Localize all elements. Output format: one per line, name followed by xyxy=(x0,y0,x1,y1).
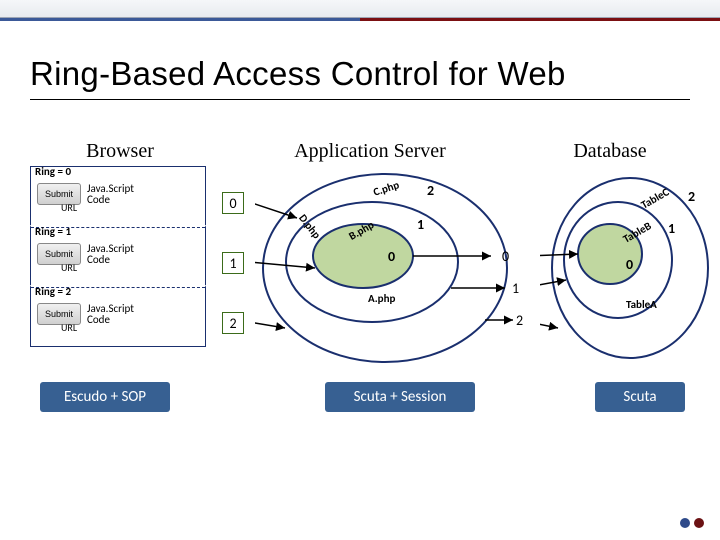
app-right-0: 0 xyxy=(502,248,509,265)
column-headers: Browser Application Server Database xyxy=(30,140,690,163)
db-ring-num-0: 0 xyxy=(626,256,633,273)
browser-ring-stack: Ring = 0 Submit Java.Script Code URL Rin… xyxy=(30,168,206,347)
db-ring-num-1: 1 xyxy=(668,220,675,237)
bottom-labels: Escudo + SOP Scuta + Session Scuta xyxy=(30,382,700,412)
arrow-badge-2: 2 xyxy=(222,312,244,334)
app-ring-num-0: 0 xyxy=(388,248,395,265)
bottom-label-db: Scuta xyxy=(595,382,685,412)
app-right-2: 2 xyxy=(516,312,523,329)
database-rings xyxy=(540,168,710,368)
bottom-label-browser: Escudo + SOP xyxy=(40,382,170,412)
slide-top-accent xyxy=(0,0,720,18)
browser-ring-0: Ring = 0 Submit Java.Script Code URL xyxy=(30,166,206,227)
slide-title: Ring-Based Access Control for Web xyxy=(30,55,690,100)
col-header-app: Application Server xyxy=(210,140,530,163)
app-label-a: A.php xyxy=(368,292,395,305)
app-ring-num-2: 2 xyxy=(427,182,434,199)
url-label: URL xyxy=(61,201,223,214)
app-ring-num-1: 1 xyxy=(417,216,424,233)
col-header-browser: Browser xyxy=(30,140,210,163)
slide-bullets-icon xyxy=(680,518,704,528)
ring-label: Ring = 0 xyxy=(35,165,71,178)
url-label: URL xyxy=(61,261,223,274)
app-server-rings xyxy=(255,168,515,368)
arrow-badge-1: 1 xyxy=(222,252,244,274)
url-label: URL xyxy=(61,321,223,334)
col-header-db: Database xyxy=(530,140,690,163)
ring-label: Ring = 1 xyxy=(35,225,71,238)
db-ring-num-2: 2 xyxy=(688,188,695,205)
app-right-1: 1 xyxy=(512,280,519,297)
browser-ring-1: Ring = 1 Submit Java.Script Code URL xyxy=(30,225,206,287)
bottom-label-app: Scuta + Session xyxy=(325,382,475,412)
browser-ring-2: Ring = 2 Submit Java.Script Code URL xyxy=(30,285,206,347)
ring-label: Ring = 2 xyxy=(35,285,71,298)
db-label-a: TableA xyxy=(626,298,657,311)
arrow-badge-0: 0 xyxy=(222,192,244,214)
